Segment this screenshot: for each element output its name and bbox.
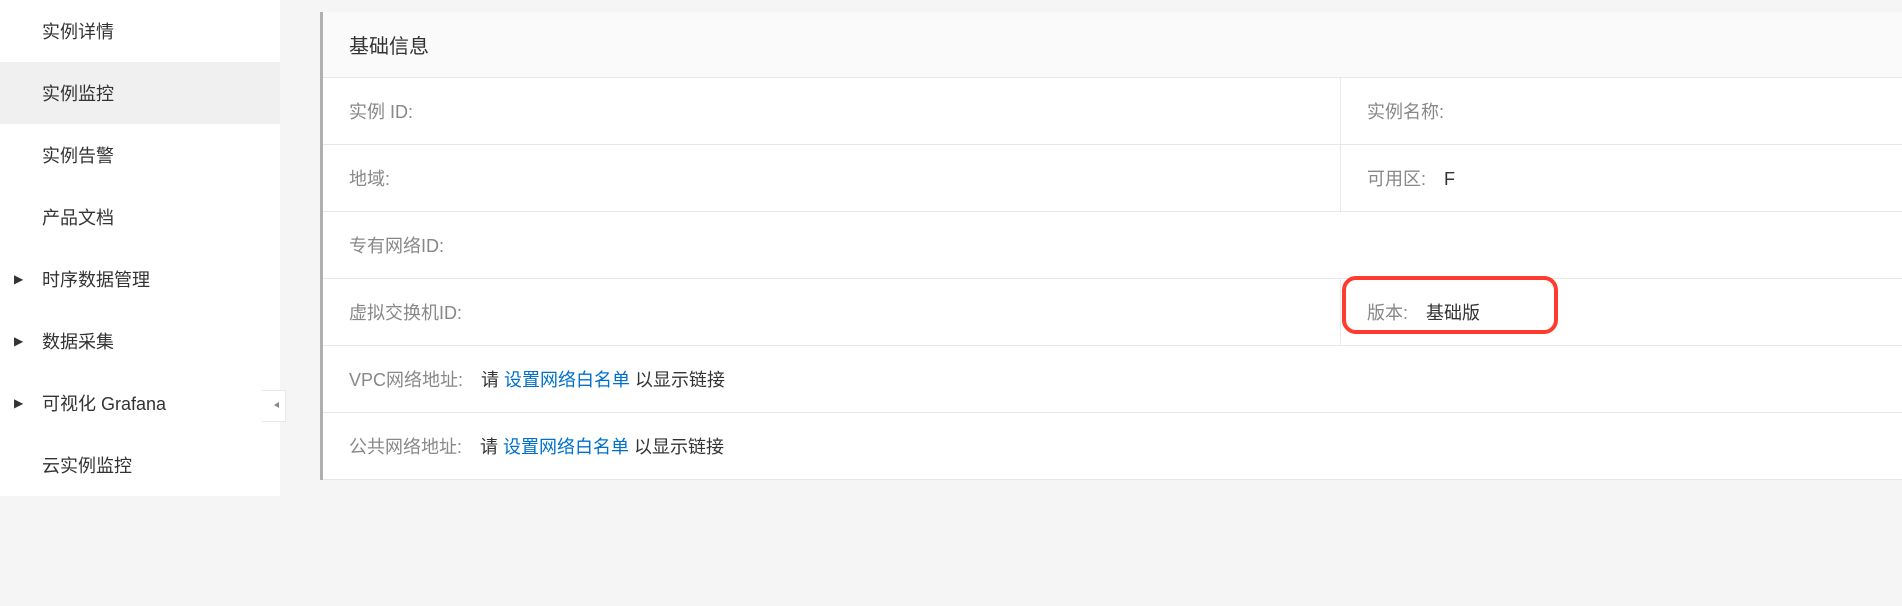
sidebar-item-data-collection[interactable]: ▶ 数据采集 [0,310,280,372]
field-label: 实例名称: [1367,98,1444,124]
field-vpc-address: VPC网络地址: 请 设置网络白名单 以显示链接 [323,346,1902,412]
field-label: 公共网络地址: [349,433,462,459]
sidebar-item-label: 实例监控 [42,80,114,106]
sidebar-item-timeseries-mgmt[interactable]: ▶ 时序数据管理 [0,248,280,310]
sidebar-item-instance-alarm[interactable]: 实例告警 [0,124,280,186]
sidebar-item-label: 实例告警 [42,142,114,168]
sidebar-item-label: 产品文档 [42,204,114,230]
field-value: 基础版 [1426,299,1480,325]
sidebar-item-label: 实例详情 [42,18,114,44]
field-zone: 可用区: F [1341,145,1902,211]
field-value: 请 设置网络白名单 以显示链接 [480,433,724,459]
basic-info-panel: 基础信息 实例 ID: 实例名称: 地域: 可用区: F [320,12,1902,480]
sidebar-item-label: 数据采集 [42,328,114,354]
field-vswitch-id: 虚拟交换机ID: [323,279,1341,345]
field-value: F [1444,169,1455,190]
field-label: 可用区: [1367,165,1426,191]
main-content: 基础信息 实例 ID: 实例名称: 地域: 可用区: F [280,0,1902,606]
field-instance-id: 实例 ID: [323,78,1341,144]
field-public-address: 公共网络地址: 请 设置网络白名单 以显示链接 [323,413,1902,479]
caret-right-icon: ▶ [14,272,23,286]
sidebar: 实例详情 实例监控 实例告警 产品文档 ▶ 时序数据管理 ▶ 数据采集 ▶ 可视… [0,0,280,606]
field-label: 实例 ID: [349,98,413,124]
whitelist-link[interactable]: 设置网络白名单 [504,370,630,390]
field-value: 请 设置网络白名单 以显示链接 [481,366,725,392]
caret-right-icon: ▶ [14,396,23,410]
sidebar-item-instance-monitor[interactable]: 实例监控 [0,62,280,124]
sidebar-item-grafana[interactable]: ▶ 可视化 Grafana [0,372,280,434]
field-edition: 版本: 基础版 [1341,279,1902,345]
field-label: 地域: [349,165,390,191]
field-label: 版本: [1367,299,1408,325]
collapse-left-icon [267,398,281,415]
sidebar-item-product-docs[interactable]: 产品文档 [0,186,280,248]
caret-right-icon: ▶ [14,334,23,348]
field-region: 地域: [323,145,1341,211]
sidebar-item-label: 云实例监控 [42,452,132,478]
field-instance-name: 实例名称: [1341,78,1902,144]
sidebar-collapse-button[interactable] [262,390,286,422]
sidebar-item-cloud-instance-monitor[interactable]: 云实例监控 [0,434,280,496]
whitelist-link[interactable]: 设置网络白名单 [503,437,629,457]
field-label: VPC网络地址: [349,366,463,392]
sidebar-item-instance-detail[interactable]: 实例详情 [0,0,280,62]
field-label: 虚拟交换机ID: [349,299,462,325]
sidebar-item-label: 时序数据管理 [42,266,150,292]
field-vpc-id: 专有网络ID: [323,212,1902,278]
panel-title: 基础信息 [323,12,1902,78]
sidebar-item-label: 可视化 Grafana [42,390,166,416]
field-label: 专有网络ID: [349,232,444,258]
